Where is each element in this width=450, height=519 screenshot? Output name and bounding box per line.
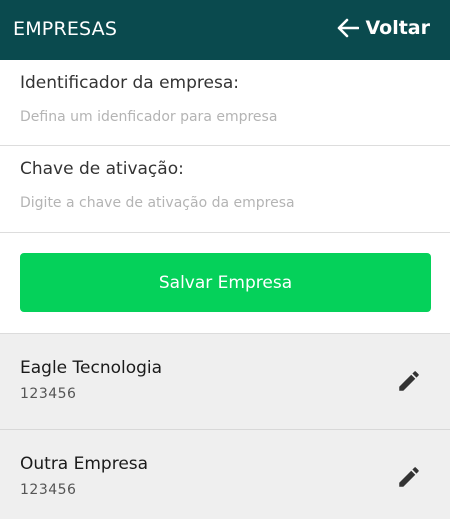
arrow-left-icon (337, 18, 365, 38)
page-title: EMPRESAS (13, 18, 118, 40)
save-area: Salvar Empresa (0, 233, 450, 333)
company-id-field: Identificador da empresa: (0, 60, 450, 146)
activation-key-label: Chave de ativação: (20, 159, 184, 179)
app-header: EMPRESAS Voltar (0, 0, 450, 60)
company-name: Outra Empresa (20, 454, 149, 474)
pencil-edit-icon[interactable] (396, 464, 422, 490)
activation-key-input[interactable] (20, 190, 430, 216)
back-button[interactable]: Voltar (337, 17, 430, 39)
pencil-edit-icon[interactable] (396, 368, 422, 394)
company-code: 123456 (20, 482, 77, 498)
activation-key-field: Chave de ativação: (0, 146, 450, 233)
company-list: Eagle Tecnologia 123456 Outra Empresa 12… (0, 333, 450, 519)
company-name: Eagle Tecnologia (20, 358, 163, 378)
company-id-input[interactable] (20, 104, 430, 130)
company-code: 123456 (20, 386, 77, 402)
list-item[interactable]: Outra Empresa 123456 (0, 430, 450, 519)
back-label: Voltar (365, 17, 430, 39)
company-id-label: Identificador da empresa: (20, 73, 239, 93)
save-company-button[interactable]: Salvar Empresa (20, 253, 431, 312)
list-item[interactable]: Eagle Tecnologia 123456 (0, 334, 450, 430)
